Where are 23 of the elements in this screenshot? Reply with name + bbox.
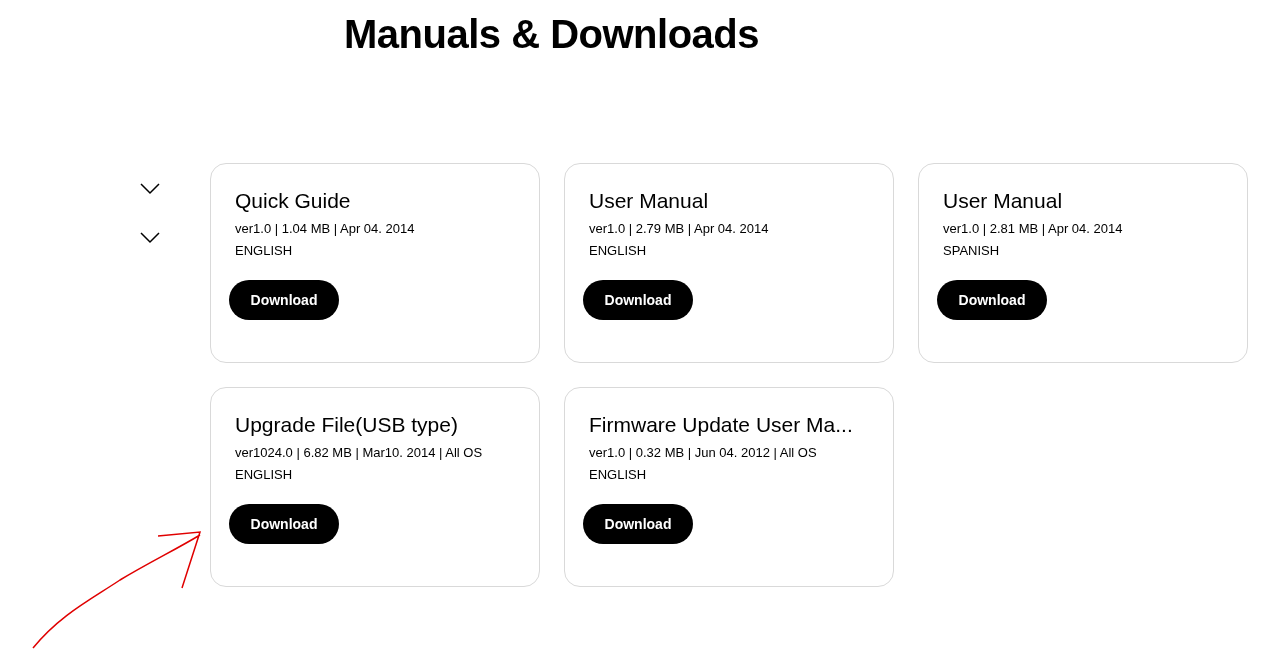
- document-language: ENGLISH: [589, 466, 647, 484]
- chevron-icon: [140, 183, 160, 195]
- document-language: ENGLISH: [589, 242, 647, 260]
- document-title: Firmware Update User Ma...: [589, 412, 853, 438]
- document-language: ENGLISH: [235, 466, 293, 484]
- document-language: SPANISH: [943, 242, 1000, 260]
- document-title: Upgrade File(USB type): [235, 412, 458, 438]
- document-details: ver1024.0 | 6.82 MB | Mar10. 2014 | All OS: [235, 444, 483, 462]
- chevron-icon: [140, 232, 160, 244]
- download-button[interactable]: Download: [229, 280, 339, 320]
- document-details: ver1.0 | 2.81 MB | Apr 04. 2014: [943, 220, 1123, 238]
- download-button[interactable]: Download: [583, 280, 693, 320]
- document-title: Quick Guide: [235, 188, 351, 214]
- document-title: User Manual: [943, 188, 1063, 214]
- download-button[interactable]: Download: [937, 280, 1047, 320]
- document-details: ver1.0 | 0.32 MB | Jun 04. 2012 | All OS: [589, 444, 817, 462]
- download-button[interactable]: Download: [229, 504, 339, 544]
- document-details: ver1.0 | 1.04 MB | Apr 04. 2014: [235, 220, 415, 238]
- document-language: ENGLISH: [235, 242, 293, 260]
- document-details: ver1.0 | 2.79 MB | Apr 04. 2014: [589, 220, 769, 238]
- download-button[interactable]: Download: [583, 504, 693, 544]
- page-title: Manuals & Downloads: [344, 11, 759, 58]
- document-title: User Manual: [589, 188, 709, 214]
